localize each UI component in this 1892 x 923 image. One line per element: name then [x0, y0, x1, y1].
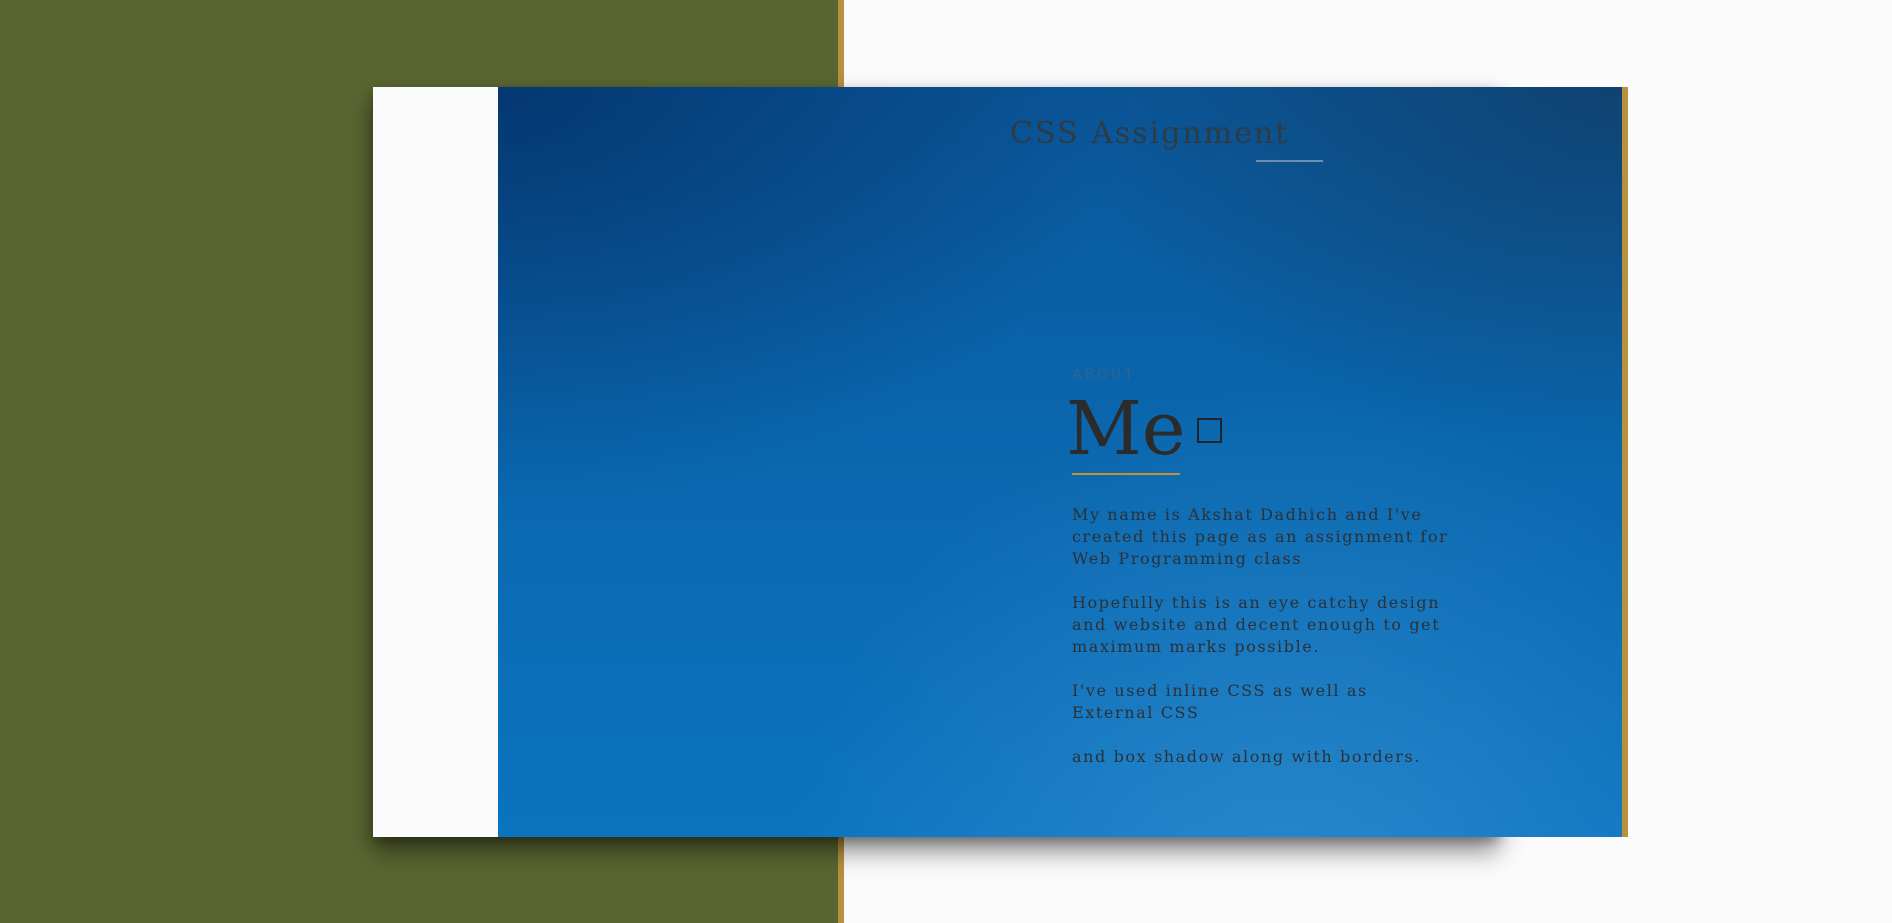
- hero-sky-image: [498, 87, 1622, 837]
- heading-underline: [1072, 473, 1180, 475]
- about-paragraph-1: My name is Akshat Dadhich and I've creat…: [1072, 505, 1449, 568]
- title-underline: [1256, 160, 1323, 162]
- about-text: My name is Akshat Dadhich and I've creat…: [1072, 504, 1452, 790]
- square-icon: [1197, 418, 1222, 443]
- hero-gold-stripe: [1622, 87, 1628, 837]
- about-heading: Me: [1066, 386, 1186, 472]
- site-title: CSS Assignment: [1010, 116, 1290, 151]
- card-white-strip: [373, 87, 498, 837]
- about-paragraph-4: and box shadow along with borders.: [1072, 747, 1422, 766]
- about-eyebrow: ABOUT: [1072, 367, 1136, 383]
- about-paragraph-3: I've used inline CSS as well as External…: [1072, 681, 1368, 722]
- page-stage: CSS Assignment ABOUT Me My name is Aksha…: [0, 0, 1892, 923]
- about-paragraph-2: Hopefully this is an eye catchy design a…: [1072, 593, 1441, 656]
